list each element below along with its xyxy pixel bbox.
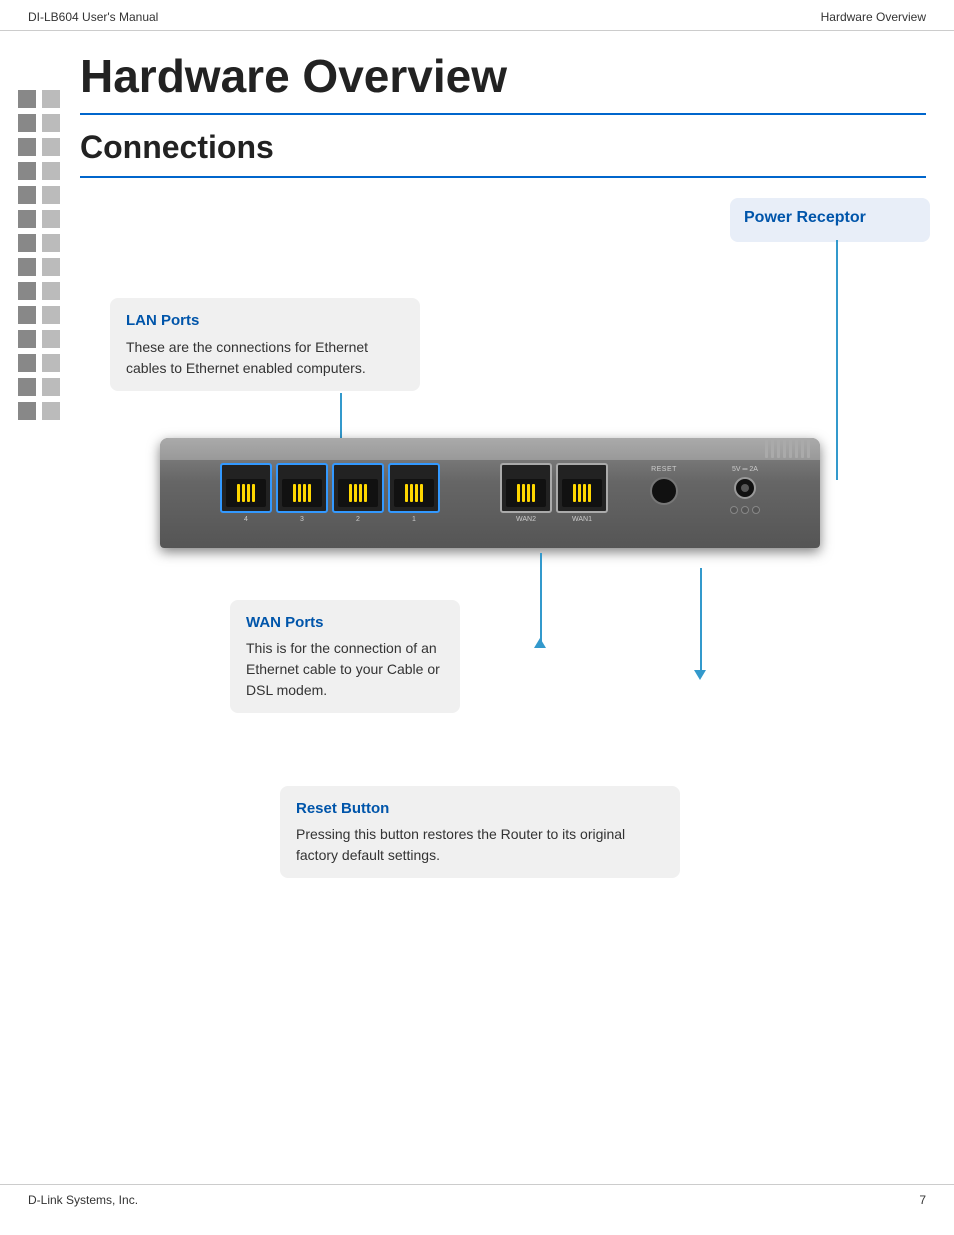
router-vents bbox=[765, 440, 810, 458]
main-content: Hardware Overview Connections Power Rece… bbox=[70, 31, 954, 906]
wan-port-2: WAN2 bbox=[500, 463, 552, 513]
callout-wan-ports: WAN Ports This is for the connection of … bbox=[230, 600, 460, 714]
router-body: 4 3 LAN 2 1 bbox=[160, 438, 820, 548]
callout-power-title: Power Receptor bbox=[744, 206, 916, 230]
reset-arrow-down bbox=[694, 670, 706, 680]
callout-power-receptor: Power Receptor bbox=[730, 198, 930, 242]
subtitle-block: Connections bbox=[80, 115, 926, 178]
power-connector-area: 5V ═ 2A bbox=[730, 466, 760, 514]
reset-label: RESET bbox=[651, 466, 677, 473]
reset-connector-line bbox=[700, 568, 702, 673]
lan-port-1: 1 bbox=[388, 463, 440, 513]
wan-connector-line-up bbox=[540, 553, 542, 643]
wan-port-1: WAN1 bbox=[556, 463, 608, 513]
wan-arrow-up bbox=[534, 638, 546, 648]
callout-wan-body: This is for the connection of an Etherne… bbox=[246, 638, 444, 701]
callout-reset-button: Reset Button Pressing this button restor… bbox=[280, 786, 680, 879]
footer-left: D-Link Systems, Inc. bbox=[28, 1193, 138, 1207]
lan-ports-group: 4 3 LAN 2 1 bbox=[220, 463, 440, 513]
router-top-strip bbox=[160, 438, 820, 460]
page-title: Hardware Overview bbox=[80, 49, 926, 103]
power-label: 5V ═ 2A bbox=[732, 466, 758, 473]
reset-button-area: RESET bbox=[650, 466, 678, 505]
wan-ports-group: WAN2 WAN1 bbox=[500, 463, 608, 513]
callout-lan-ports: LAN Ports These are the connections for … bbox=[110, 298, 420, 391]
lan-port-3: 3 bbox=[276, 463, 328, 513]
header-left: DI-LB604 User's Manual bbox=[28, 10, 158, 24]
footer-right: 7 bbox=[919, 1193, 926, 1207]
header-right: Hardware Overview bbox=[821, 10, 926, 24]
callout-reset-body: Pressing this button restores the Router… bbox=[296, 824, 664, 866]
callout-wan-title: WAN Ports bbox=[246, 612, 444, 635]
reset-circle bbox=[650, 477, 678, 505]
callout-lan-title: LAN Ports bbox=[126, 310, 404, 333]
callout-lan-body: These are the connections for Ethernet c… bbox=[126, 337, 404, 379]
router-image: 4 3 LAN 2 1 bbox=[160, 438, 820, 578]
callout-reset-title: Reset Button bbox=[296, 798, 664, 821]
page-header: DI-LB604 User's Manual Hardware Overview bbox=[0, 0, 954, 31]
diagram-area: Power Receptor LAN Ports These are the c… bbox=[110, 198, 930, 878]
lan-port-4: 4 bbox=[220, 463, 272, 513]
page-footer: D-Link Systems, Inc. 7 bbox=[0, 1184, 954, 1215]
power-jack bbox=[734, 477, 756, 499]
lan-port-2: 2 bbox=[332, 463, 384, 513]
sidebar-decoration bbox=[18, 90, 60, 420]
page-subtitle: Connections bbox=[80, 129, 926, 166]
title-block: Hardware Overview bbox=[80, 31, 926, 115]
power-connector-line bbox=[836, 240, 838, 480]
